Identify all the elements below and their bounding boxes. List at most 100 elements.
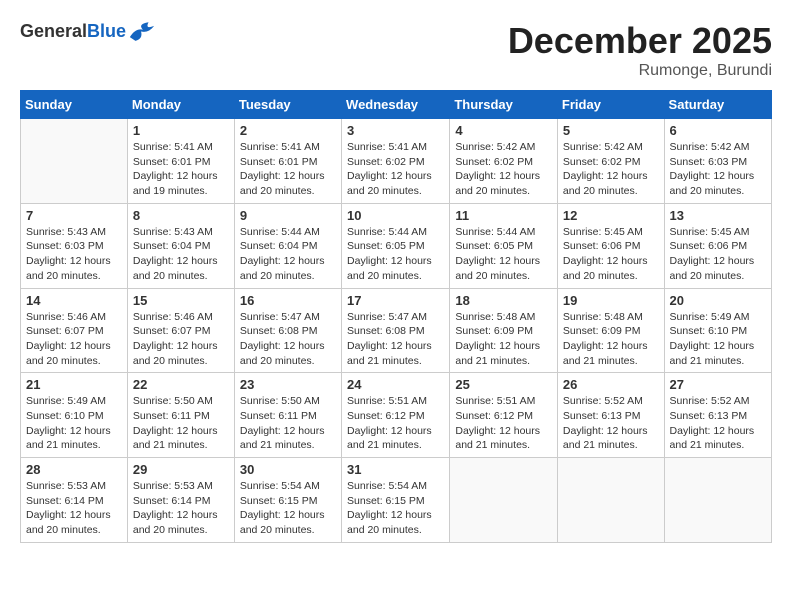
cell-info: Sunrise: 5:54 AM Sunset: 6:15 PM Dayligh… [347,479,444,538]
table-row: 2Sunrise: 5:41 AM Sunset: 6:01 PM Daylig… [234,119,341,204]
day-number: 10 [347,208,444,223]
calendar-header-row: Sunday Monday Tuesday Wednesday Thursday… [21,91,772,119]
cell-info: Sunrise: 5:48 AM Sunset: 6:09 PM Dayligh… [455,310,552,369]
table-row: 19 Sunrise: 5:48 AM Sunset: 6:09 PM Dayli… [557,288,664,373]
table-row: 21 Sunrise: 5:49 AM Sunset: 6:10 PM Dayli… [21,373,128,458]
day-number: 16 [240,293,336,308]
header-friday: Friday [557,91,664,119]
header-sunday: Sunday [21,91,128,119]
calendar-week-row: 14 Sunrise: 5:46 AM Sunset: 6:07 PM Dayli… [21,288,772,373]
table-row: 8 Sunrise: 5:43 AM Sunset: 6:04 PM Daylig… [127,203,234,288]
day-number: 20 [670,293,766,308]
cell-info: Sunrise: 5:45 AM Sunset: 6:06 PM Dayligh… [563,225,659,284]
day-number: 1 [133,123,229,138]
day-number: 28 [26,462,122,477]
cell-info: Sunrise: 5:52 AM Sunset: 6:13 PM Dayligh… [563,394,659,453]
table-row: 4Sunrise: 5:42 AM Sunset: 6:02 PM Daylig… [450,119,558,204]
logo: GeneralBlue [20,20,156,44]
table-row: 3Sunrise: 5:41 AM Sunset: 6:02 PM Daylig… [342,119,450,204]
table-row: 29 Sunrise: 5:53 AM Sunset: 6:14 PM Dayli… [127,458,234,543]
table-row: 16 Sunrise: 5:47 AM Sunset: 6:08 PM Dayli… [234,288,341,373]
cell-info: Sunrise: 5:46 AM Sunset: 6:07 PM Dayligh… [133,310,229,369]
day-number: 25 [455,377,552,392]
cell-info: Sunrise: 5:50 AM Sunset: 6:11 PM Dayligh… [240,394,336,453]
table-row [664,458,771,543]
calendar-table: Sunday Monday Tuesday Wednesday Thursday… [20,90,772,543]
day-number: 14 [26,293,122,308]
cell-info: Sunrise: 5:47 AM Sunset: 6:08 PM Dayligh… [347,310,444,369]
day-number: 31 [347,462,444,477]
cell-info: Sunrise: 5:49 AM Sunset: 6:10 PM Dayligh… [670,310,766,369]
logo-blue: Blue [87,21,126,41]
table-row: 17 Sunrise: 5:47 AM Sunset: 6:08 PM Dayli… [342,288,450,373]
cell-info: Sunrise: 5:48 AM Sunset: 6:09 PM Dayligh… [563,310,659,369]
day-number: 12 [563,208,659,223]
table-row: 30 Sunrise: 5:54 AM Sunset: 6:15 PM Dayli… [234,458,341,543]
logo-general: General [20,21,87,41]
day-number: 11 [455,208,552,223]
day-number: 8 [133,208,229,223]
location-subtitle: Rumonge, Burundi [508,62,772,80]
calendar-week-row: 7 Sunrise: 5:43 AM Sunset: 6:03 PM Daylig… [21,203,772,288]
calendar-week-row: 1 Sunrise: 5:41 AM Sunset: 6:01 PM Daylig… [21,119,772,204]
cell-info: Sunrise: 5:51 AM Sunset: 6:12 PM Dayligh… [347,394,444,453]
table-row: 12 Sunrise: 5:45 AM Sunset: 6:06 PM Dayli… [557,203,664,288]
table-row [557,458,664,543]
table-row: 9 Sunrise: 5:44 AM Sunset: 6:04 PM Daylig… [234,203,341,288]
cell-info: Sunrise: 5:53 AM Sunset: 6:14 PM Dayligh… [26,479,122,538]
cell-info: Sunrise: 5:43 AM Sunset: 6:04 PM Dayligh… [133,225,229,284]
day-number: 22 [133,377,229,392]
cell-info: Sunrise: 5:44 AM Sunset: 6:04 PM Dayligh… [240,225,336,284]
day-number: 17 [347,293,444,308]
table-row: 7 Sunrise: 5:43 AM Sunset: 6:03 PM Daylig… [21,203,128,288]
page-header: GeneralBlue December 2025 Rumonge, Burun… [20,20,772,80]
header-saturday: Saturday [664,91,771,119]
day-number: 18 [455,293,552,308]
title-block: December 2025 Rumonge, Burundi [508,20,772,80]
table-row: 20 Sunrise: 5:49 AM Sunset: 6:10 PM Dayli… [664,288,771,373]
table-row: 15 Sunrise: 5:46 AM Sunset: 6:07 PM Dayli… [127,288,234,373]
month-title: December 2025 [508,20,772,62]
cell-info: Sunrise: 5:44 AM Sunset: 6:05 PM Dayligh… [347,225,444,284]
header-tuesday: Tuesday [234,91,341,119]
day-number: 9 [240,208,336,223]
day-number: 24 [347,377,444,392]
day-number: 19 [563,293,659,308]
table-row: 24 Sunrise: 5:51 AM Sunset: 6:12 PM Dayli… [342,373,450,458]
table-row: 22 Sunrise: 5:50 AM Sunset: 6:11 PM Dayli… [127,373,234,458]
cell-info: Sunrise: 5:51 AM Sunset: 6:12 PM Dayligh… [455,394,552,453]
day-number: 21 [26,377,122,392]
cell-info: Sunrise: 5:50 AM Sunset: 6:11 PM Dayligh… [133,394,229,453]
cell-info: Sunrise: 5:46 AM Sunset: 6:07 PM Dayligh… [26,310,122,369]
table-row: 26 Sunrise: 5:52 AM Sunset: 6:13 PM Dayli… [557,373,664,458]
day-number: 29 [133,462,229,477]
cell-info: Sunrise: 5:41 AM Sunset: 6:01 PM Dayligh… [240,140,336,199]
table-row: 11 Sunrise: 5:44 AM Sunset: 6:05 PM Dayli… [450,203,558,288]
table-row: 6Sunrise: 5:42 AM Sunset: 6:03 PM Daylig… [664,119,771,204]
day-number: 15 [133,293,229,308]
day-number: 5 [563,123,659,138]
calendar-week-row: 28 Sunrise: 5:53 AM Sunset: 6:14 PM Dayli… [21,458,772,543]
cell-info: Sunrise: 5:45 AM Sunset: 6:06 PM Dayligh… [670,225,766,284]
cell-info: Sunrise: 5:49 AM Sunset: 6:10 PM Dayligh… [26,394,122,453]
day-number: 23 [240,377,336,392]
logo-bird-icon [128,20,156,44]
table-row: 14 Sunrise: 5:46 AM Sunset: 6:07 PM Dayli… [21,288,128,373]
header-thursday: Thursday [450,91,558,119]
day-number: 4 [455,123,552,138]
cell-info: Sunrise: 5:44 AM Sunset: 6:05 PM Dayligh… [455,225,552,284]
cell-info: Sunrise: 5:43 AM Sunset: 6:03 PM Dayligh… [26,225,122,284]
day-number: 30 [240,462,336,477]
cell-info: Sunrise: 5:54 AM Sunset: 6:15 PM Dayligh… [240,479,336,538]
day-number: 26 [563,377,659,392]
day-number: 7 [26,208,122,223]
cell-info: Sunrise: 5:41 AM Sunset: 6:02 PM Dayligh… [347,140,444,199]
cell-info: Sunrise: 5:41 AM Sunset: 6:01 PM Dayligh… [133,140,229,199]
cell-info: Sunrise: 5:53 AM Sunset: 6:14 PM Dayligh… [133,479,229,538]
table-row: 5Sunrise: 5:42 AM Sunset: 6:02 PM Daylig… [557,119,664,204]
table-row: 10 Sunrise: 5:44 AM Sunset: 6:05 PM Dayli… [342,203,450,288]
cell-info: Sunrise: 5:47 AM Sunset: 6:08 PM Dayligh… [240,310,336,369]
day-number: 27 [670,377,766,392]
table-row: 23 Sunrise: 5:50 AM Sunset: 6:11 PM Dayli… [234,373,341,458]
day-number: 13 [670,208,766,223]
